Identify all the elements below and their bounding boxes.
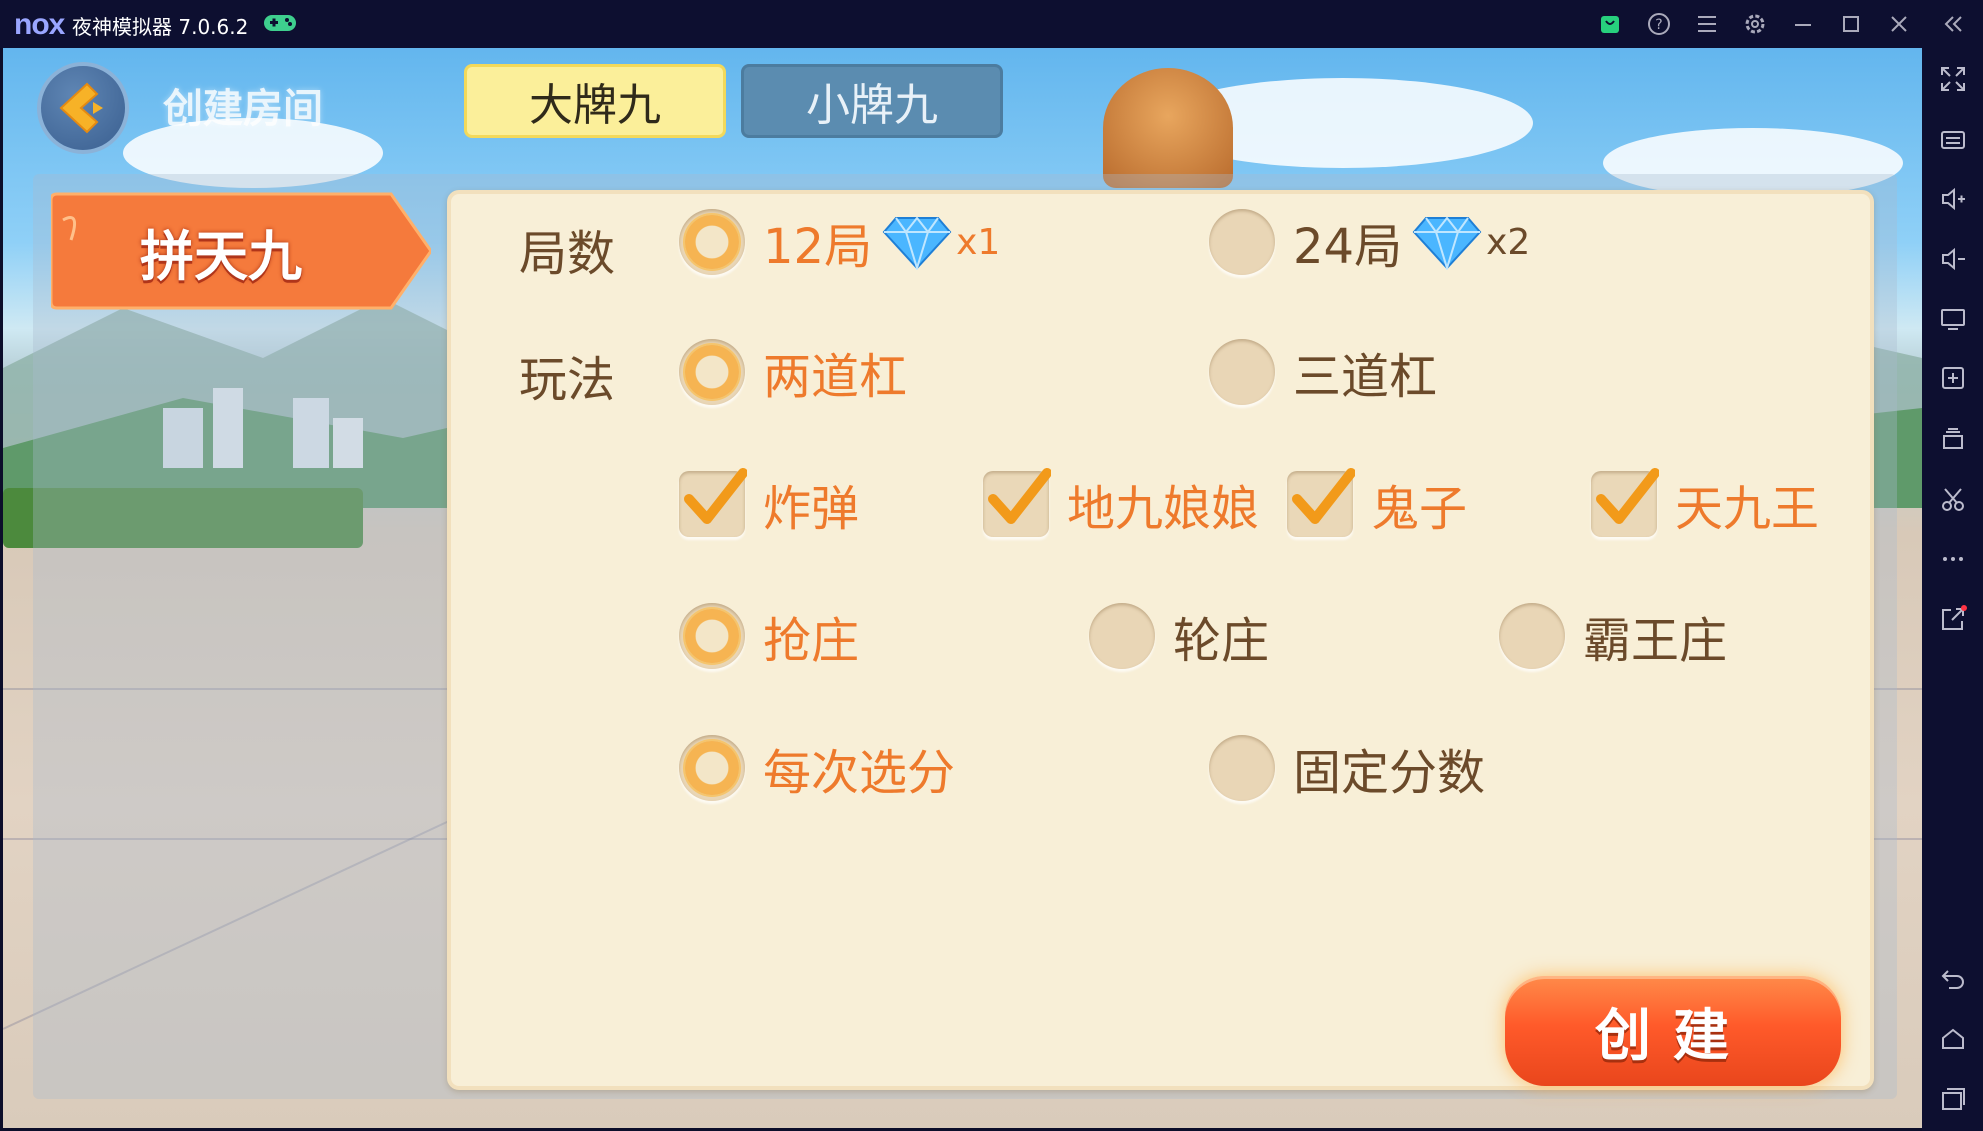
menu-icon[interactable] <box>1693 10 1721 38</box>
emulator-titlebar: nox 夜神模拟器 7.0.6.2 ? <box>0 0 1983 48</box>
more-icon[interactable] <box>1936 542 1970 576</box>
checkmark-icon <box>1596 468 1659 524</box>
mode-label: 玩法 <box>519 352 616 408</box>
extra-option-label: 天九王 <box>1675 481 1820 537</box>
minimize-icon[interactable] <box>1789 10 1817 38</box>
window-title: 夜神模拟器 7.0.6.2 <box>72 15 249 39</box>
mode-option-two-bars[interactable]: 两道杠 <box>679 332 907 412</box>
radio-unselected[interactable] <box>1209 735 1275 801</box>
extra-option-label: 炸弹 <box>763 481 860 537</box>
statue-scenery <box>1103 68 1233 188</box>
diamond-icon <box>882 216 952 270</box>
back-button[interactable] <box>37 62 129 154</box>
rounds-label: 局数 <box>519 226 616 282</box>
settings-icon[interactable] <box>1741 10 1769 38</box>
banker-option-label: 霸王庄 <box>1583 613 1728 669</box>
extra-option-gui-zi[interactable]: 鬼子 <box>1287 464 1467 544</box>
emulator-sidebar <box>1922 48 1983 1131</box>
volume-up-icon[interactable] <box>1936 182 1970 216</box>
collapse-icon[interactable] <box>1939 10 1967 38</box>
scoring-option-label: 固定分数 <box>1293 745 1486 801</box>
checkmark-icon <box>684 468 747 524</box>
extra-option-label: 地九娘娘 <box>1067 481 1260 537</box>
mode-option-label: 两道杠 <box>763 349 908 405</box>
mode-option-three-bars[interactable]: 三道杠 <box>1209 332 1437 412</box>
screen-icon[interactable] <box>1936 302 1970 336</box>
checkbox-checked[interactable] <box>1287 468 1355 537</box>
rounds-option-12[interactable]: 12局 x1 <box>679 202 1000 282</box>
bag-icon[interactable] <box>1596 10 1624 38</box>
banker-option-label: 抢庄 <box>763 613 860 669</box>
multi-instance-icon[interactable] <box>1936 422 1970 456</box>
mode-option-label: 三道杠 <box>1293 349 1438 405</box>
back-icon[interactable] <box>1936 962 1970 996</box>
tab-da-pai-jiu[interactable]: 大牌九 <box>464 64 726 138</box>
game-type-tab[interactable]: 拼天九 <box>51 190 431 312</box>
scissors-icon[interactable] <box>1936 482 1970 516</box>
options-panel: 局数 12局 x1 24局 x2 玩法 两道杠 三道杠 炸弹 地九娘娘 鬼子 天… <box>447 190 1874 1090</box>
create-button-label: 创建 <box>1595 1003 1751 1069</box>
radio-unselected[interactable] <box>1499 603 1565 669</box>
arrow-left-icon <box>59 82 103 134</box>
scoring-option-label: 每次选分 <box>763 745 956 801</box>
maximize-icon[interactable] <box>1837 10 1865 38</box>
page-title: 创建房间 <box>163 86 323 132</box>
recents-icon[interactable] <box>1936 1082 1970 1116</box>
radio-unselected[interactable] <box>1209 209 1275 275</box>
gamepad-icon[interactable] <box>262 11 298 35</box>
create-button[interactable]: 创建 <box>1505 976 1841 1086</box>
checkmark-icon <box>988 468 1051 524</box>
share-icon[interactable] <box>1936 602 1970 636</box>
nox-logo: nox <box>14 8 65 41</box>
rounds-multiplier: x2 <box>1486 221 1531 263</box>
keyboard-icon[interactable] <box>1936 122 1970 156</box>
checkbox-checked[interactable] <box>679 468 747 537</box>
radio-selected[interactable] <box>679 735 745 801</box>
rounds-multiplier: x1 <box>956 221 1001 263</box>
volume-down-icon[interactable] <box>1936 242 1970 276</box>
banker-option-qiang[interactable]: 抢庄 <box>679 596 859 676</box>
banker-option-lun[interactable]: 轮庄 <box>1089 596 1269 676</box>
game-type-label: 拼天九 <box>140 224 302 288</box>
checkbox-checked[interactable] <box>1591 468 1659 537</box>
home-icon[interactable] <box>1936 1022 1970 1056</box>
rounds-option-24[interactable]: 24局 x2 <box>1209 202 1530 282</box>
rounds-option-label: 24局 <box>1293 219 1403 275</box>
extra-option-di-jiu-niang-niang[interactable]: 地九娘娘 <box>983 464 1259 544</box>
apk-install-icon[interactable] <box>1936 362 1970 396</box>
game-screen: 创建房间 大牌九 小牌九 拼天九 局数 12局 x1 24局 x2 玩法 两道杠… <box>3 48 1922 1128</box>
banker-option-label: 轮庄 <box>1173 613 1270 669</box>
extra-option-bomb[interactable]: 炸弹 <box>679 464 859 544</box>
scoring-option-fixed[interactable]: 固定分数 <box>1209 728 1485 808</box>
svg-text:?: ? <box>1655 17 1662 33</box>
extra-option-label: 鬼子 <box>1371 481 1468 537</box>
help-icon[interactable]: ? <box>1645 10 1673 38</box>
fullscreen-icon[interactable] <box>1936 62 1970 96</box>
checkbox-checked[interactable] <box>983 468 1051 537</box>
rounds-option-label: 12局 <box>763 219 873 275</box>
diamond-icon <box>1412 216 1482 270</box>
extra-option-tian-jiu-wang[interactable]: 天九王 <box>1591 464 1819 544</box>
radio-unselected[interactable] <box>1089 603 1155 669</box>
radio-selected[interactable] <box>679 603 745 669</box>
close-icon[interactable] <box>1885 10 1913 38</box>
radio-unselected[interactable] <box>1209 339 1275 405</box>
banker-option-ba-wang[interactable]: 霸王庄 <box>1499 596 1727 676</box>
tab-xiao-pai-jiu[interactable]: 小牌九 <box>741 64 1003 138</box>
scoring-option-each-time[interactable]: 每次选分 <box>679 728 955 808</box>
radio-selected[interactable] <box>679 339 745 405</box>
radio-selected[interactable] <box>679 209 745 275</box>
checkmark-icon <box>1292 468 1355 524</box>
